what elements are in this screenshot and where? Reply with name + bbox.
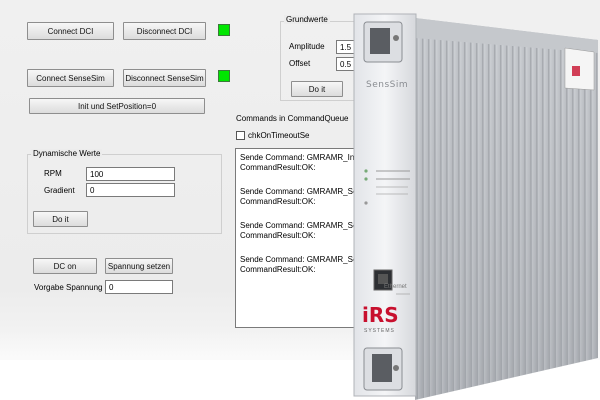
gradient-label: Gradient: [44, 186, 75, 195]
dc-on-button[interactable]: DC on: [33, 258, 97, 274]
device-product-name: SensSim: [366, 80, 409, 90]
rpm-label: RPM: [44, 169, 62, 178]
connect-dci-button[interactable]: Connect DCI: [27, 22, 114, 40]
vorgabe-spannung-input[interactable]: 0: [105, 280, 173, 294]
timeout-checkbox[interactable]: [236, 131, 245, 140]
sensesim-device-image: [353, 13, 598, 400]
grundwerte-title: Grundwerte: [284, 15, 330, 24]
connect-sensesim-button[interactable]: Connect SenseSim: [27, 69, 114, 87]
spannung-setzen-button[interactable]: Spannung setzen: [105, 258, 173, 274]
command-queue-title: Commands in CommandQueue: [236, 114, 349, 123]
grundwerte-do-it-button[interactable]: Do it: [291, 81, 343, 97]
vorgabe-spannung-label: Vorgabe Spannung: [34, 283, 103, 292]
dci-status-led: [218, 24, 230, 36]
disconnect-dci-button[interactable]: Disconnect DCI: [123, 22, 206, 40]
disconnect-sensesim-button[interactable]: Disconnect SenseSim: [123, 69, 206, 87]
init-setposition-button[interactable]: Init und SetPosition=0: [29, 98, 205, 114]
rpm-input[interactable]: 100: [86, 167, 175, 181]
device-brand-logo: iRS: [362, 303, 399, 327]
gradient-input[interactable]: 0: [86, 183, 175, 197]
timeout-checkbox-label: chkOnTimeoutSe: [248, 131, 310, 140]
device-brand-sub: SYSTEMS: [364, 328, 395, 334]
device-port-label: Ethernet: [384, 284, 407, 290]
offset-label: Offset: [289, 59, 311, 68]
sensesim-status-led: [218, 70, 230, 82]
amplitude-label: Amplitude: [289, 42, 325, 51]
dynamische-werte-title: Dynamische Werte: [31, 149, 103, 158]
brand-logo-text: iRS: [362, 303, 399, 327]
dynamische-do-it-button[interactable]: Do it: [33, 211, 88, 227]
